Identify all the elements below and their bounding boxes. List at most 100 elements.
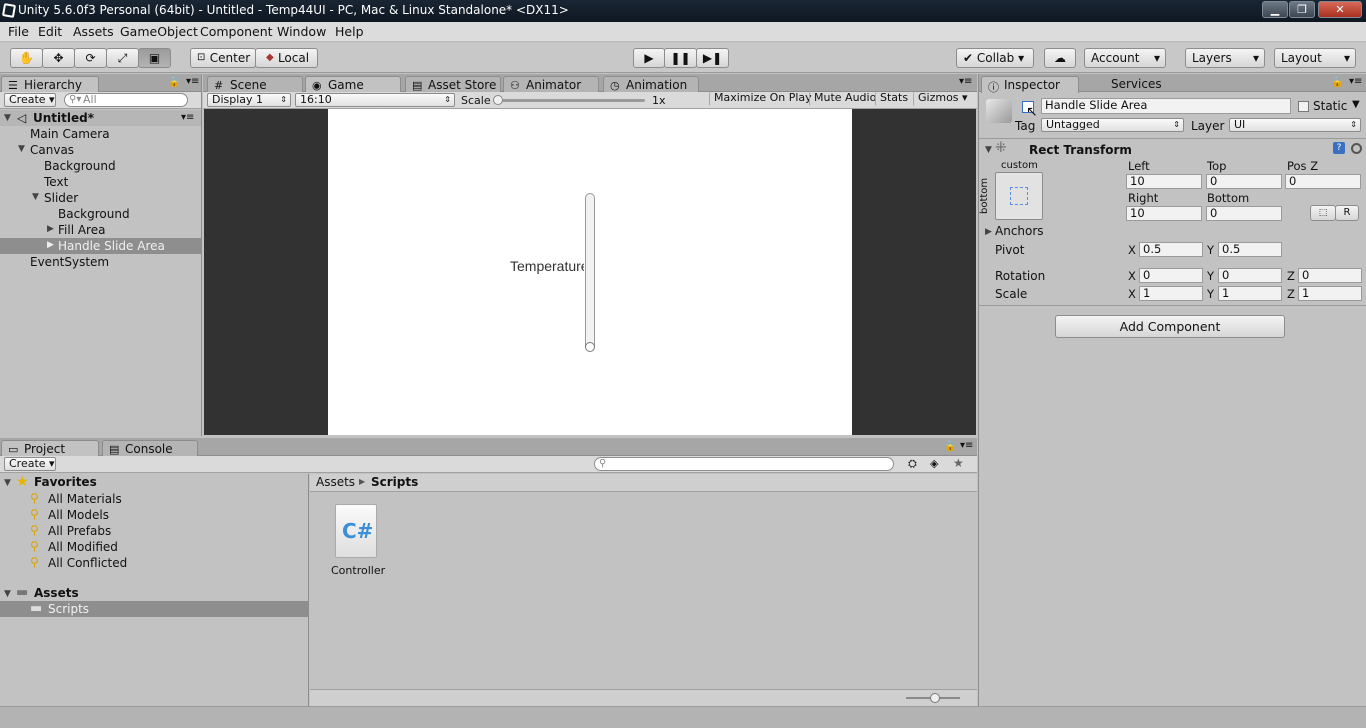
display-dropdown[interactable]: Display 1 ⇕ bbox=[207, 93, 291, 107]
scale-tool-icon[interactable]: ⤢ bbox=[106, 48, 139, 68]
star-icon[interactable]: ★ bbox=[953, 456, 964, 470]
menu-edit[interactable]: Edit bbox=[38, 24, 62, 39]
slider-handle[interactable] bbox=[585, 342, 595, 352]
static-checkbox[interactable] bbox=[1298, 101, 1309, 112]
minimize-button[interactable]: ▁ bbox=[1262, 1, 1288, 18]
step-button[interactable]: ▶❚ bbox=[696, 48, 729, 68]
layers-dropdown[interactable]: Layers ▾ bbox=[1185, 48, 1265, 68]
move-tool-icon[interactable]: ✥ bbox=[42, 48, 75, 68]
hierarchy-item-canvas[interactable]: Canvas bbox=[30, 142, 74, 158]
lock-icon[interactable]: 🔒 bbox=[1331, 77, 1343, 88]
scripts-folder-row[interactable]: ▬ Scripts bbox=[0, 601, 308, 617]
icon-size-slider-handle[interactable] bbox=[930, 693, 940, 703]
close-button[interactable]: ✕ bbox=[1318, 1, 1362, 18]
help-icon[interactable]: ? bbox=[1333, 142, 1345, 154]
pause-button[interactable]: ❚❚ bbox=[664, 48, 697, 68]
tab-game[interactable]: ◉ Game bbox=[305, 76, 401, 93]
collapse-triangle-icon[interactable]: ▶ bbox=[985, 227, 992, 237]
pivot-y-field[interactable]: 0.5 bbox=[1218, 242, 1282, 257]
gizmos-dropdown[interactable]: Gizmos ▾ bbox=[913, 92, 971, 106]
rotation-y-field[interactable]: 0 bbox=[1218, 268, 1282, 283]
expand-triangle-icon[interactable]: ▼ bbox=[985, 145, 992, 155]
hierarchy-search-input[interactable]: ⚲▾ All bbox=[64, 93, 188, 107]
menu-component[interactable]: Component bbox=[200, 24, 273, 39]
tab-project[interactable]: ▭ Project bbox=[1, 440, 99, 457]
tab-inspector[interactable]: ⓘ Inspector bbox=[981, 76, 1079, 94]
expand-triangle-icon[interactable]: ▼ bbox=[18, 144, 25, 154]
favorites-item[interactable]: ⚲ All Models bbox=[0, 507, 308, 523]
expand-triangle-icon[interactable]: ▼ bbox=[32, 192, 39, 202]
menu-window[interactable]: Window bbox=[277, 24, 326, 39]
chevron-down-icon[interactable]: ▼ bbox=[1352, 99, 1360, 110]
blueprint-mode-button[interactable]: ⬚ bbox=[1310, 205, 1336, 221]
layout-dropdown[interactable]: Layout ▾ bbox=[1274, 48, 1356, 68]
hierarchy-item-background[interactable]: Background bbox=[44, 158, 116, 174]
project-search-input[interactable]: ⚲ bbox=[594, 457, 894, 471]
rotate-tool-icon[interactable]: ⟳ bbox=[74, 48, 107, 68]
hierarchy-item-slider[interactable]: Slider bbox=[44, 190, 78, 206]
scale-slider-handle[interactable] bbox=[493, 95, 503, 105]
game-view[interactable]: Temperature bbox=[204, 109, 976, 435]
rotation-z-field[interactable]: 0 bbox=[1298, 268, 1362, 283]
gear-icon[interactable] bbox=[1351, 143, 1362, 154]
pivot-center-button[interactable]: ⊡ Center bbox=[190, 48, 256, 68]
tab-animation[interactable]: ◷ Animation bbox=[603, 76, 699, 93]
anchor-presets-button[interactable] bbox=[995, 172, 1043, 220]
lock-icon[interactable]: 🔒 bbox=[944, 441, 956, 452]
panel-menu-icon[interactable]: ▾≡ bbox=[960, 440, 973, 451]
maximize-on-play-toggle[interactable]: Maximize On Play bbox=[709, 92, 812, 106]
controller-asset[interactable]: C# Controller bbox=[330, 504, 385, 580]
rotation-x-field[interactable]: 0 bbox=[1139, 268, 1203, 283]
hierarchy-item-text[interactable]: Text bbox=[44, 174, 68, 190]
tag-dropdown[interactable]: Untagged ⇕ bbox=[1041, 118, 1184, 132]
tab-animator[interactable]: ⚇ Animator bbox=[503, 76, 599, 93]
account-dropdown[interactable]: Account ▾ bbox=[1084, 48, 1166, 68]
breadcrumb-assets[interactable]: Assets bbox=[316, 475, 355, 489]
bottom-field[interactable]: 0 bbox=[1206, 206, 1282, 221]
hand-tool-icon[interactable]: ✋ bbox=[10, 48, 43, 68]
filter-type-icon[interactable]: ⛭ bbox=[908, 457, 917, 471]
scale-z-field[interactable]: 1 bbox=[1298, 286, 1362, 301]
menu-assets[interactable]: Assets bbox=[73, 24, 114, 39]
expand-triangle-icon[interactable]: ▼ bbox=[4, 478, 11, 488]
breadcrumb-scripts[interactable]: Scripts bbox=[371, 475, 418, 489]
layer-dropdown[interactable]: UI ⇕ bbox=[1229, 118, 1361, 132]
left-field[interactable]: 10 bbox=[1126, 174, 1202, 189]
cloud-icon[interactable]: ☁ bbox=[1044, 48, 1076, 68]
stats-toggle[interactable]: Stats bbox=[875, 92, 911, 106]
menu-gameobject[interactable]: GameObject bbox=[120, 24, 198, 39]
slider-track[interactable] bbox=[585, 193, 595, 351]
scale-x-field[interactable]: 1 bbox=[1139, 286, 1203, 301]
mute-audio-toggle[interactable]: Mute Audio bbox=[809, 92, 876, 106]
hierarchy-item-main-camera[interactable]: Main Camera bbox=[30, 126, 110, 142]
scene-row[interactable]: ▼ ◁ Untitled* ▾≡ bbox=[0, 110, 201, 126]
favorites-item[interactable]: ⚲ All Materials bbox=[0, 491, 308, 507]
hierarchy-item-fill-area[interactable]: Fill Area bbox=[58, 222, 105, 238]
assets-folder-label[interactable]: Assets bbox=[34, 586, 79, 600]
object-name-input[interactable]: Handle Slide Area bbox=[1041, 98, 1291, 114]
favorites-label[interactable]: Favorites bbox=[34, 475, 97, 489]
hierarchy-create-dropdown[interactable]: Create ▾ bbox=[4, 93, 56, 107]
rect-tool-icon[interactable]: ▣ bbox=[138, 48, 171, 68]
panel-menu-icon[interactable]: ▾≡ bbox=[959, 76, 972, 87]
tab-scene[interactable]: # Scene bbox=[207, 76, 303, 93]
panel-menu-icon[interactable]: ▾≡ bbox=[186, 76, 199, 87]
collapse-triangle-icon[interactable]: ▶ bbox=[47, 240, 54, 250]
collapse-triangle-icon[interactable]: ▶ bbox=[47, 224, 54, 234]
favorites-item[interactable]: ⚲ All Prefabs bbox=[0, 523, 308, 539]
maximize-button[interactable]: ❐ bbox=[1289, 1, 1315, 18]
menu-help[interactable]: Help bbox=[335, 24, 364, 39]
project-create-dropdown[interactable]: Create ▾ bbox=[4, 457, 56, 471]
menu-file[interactable]: File bbox=[8, 24, 29, 39]
hierarchy-item-eventsystem[interactable]: EventSystem bbox=[30, 254, 109, 270]
favorites-item[interactable]: ⚲ All Modified bbox=[0, 539, 308, 555]
tab-asset-store[interactable]: ▤ Asset Store bbox=[405, 76, 501, 93]
add-component-button[interactable]: Add Component bbox=[1055, 315, 1285, 338]
top-field[interactable]: 0 bbox=[1206, 174, 1282, 189]
collab-dropdown[interactable]: ✔ Collab ▾ bbox=[956, 48, 1034, 68]
tab-services[interactable]: Services bbox=[1091, 76, 1181, 93]
play-button[interactable]: ▶ bbox=[633, 48, 665, 68]
scale-slider-track[interactable] bbox=[497, 99, 645, 102]
aspect-dropdown[interactable]: 16:10 ⇕ bbox=[295, 93, 455, 107]
raw-edit-button[interactable]: R bbox=[1335, 205, 1359, 221]
